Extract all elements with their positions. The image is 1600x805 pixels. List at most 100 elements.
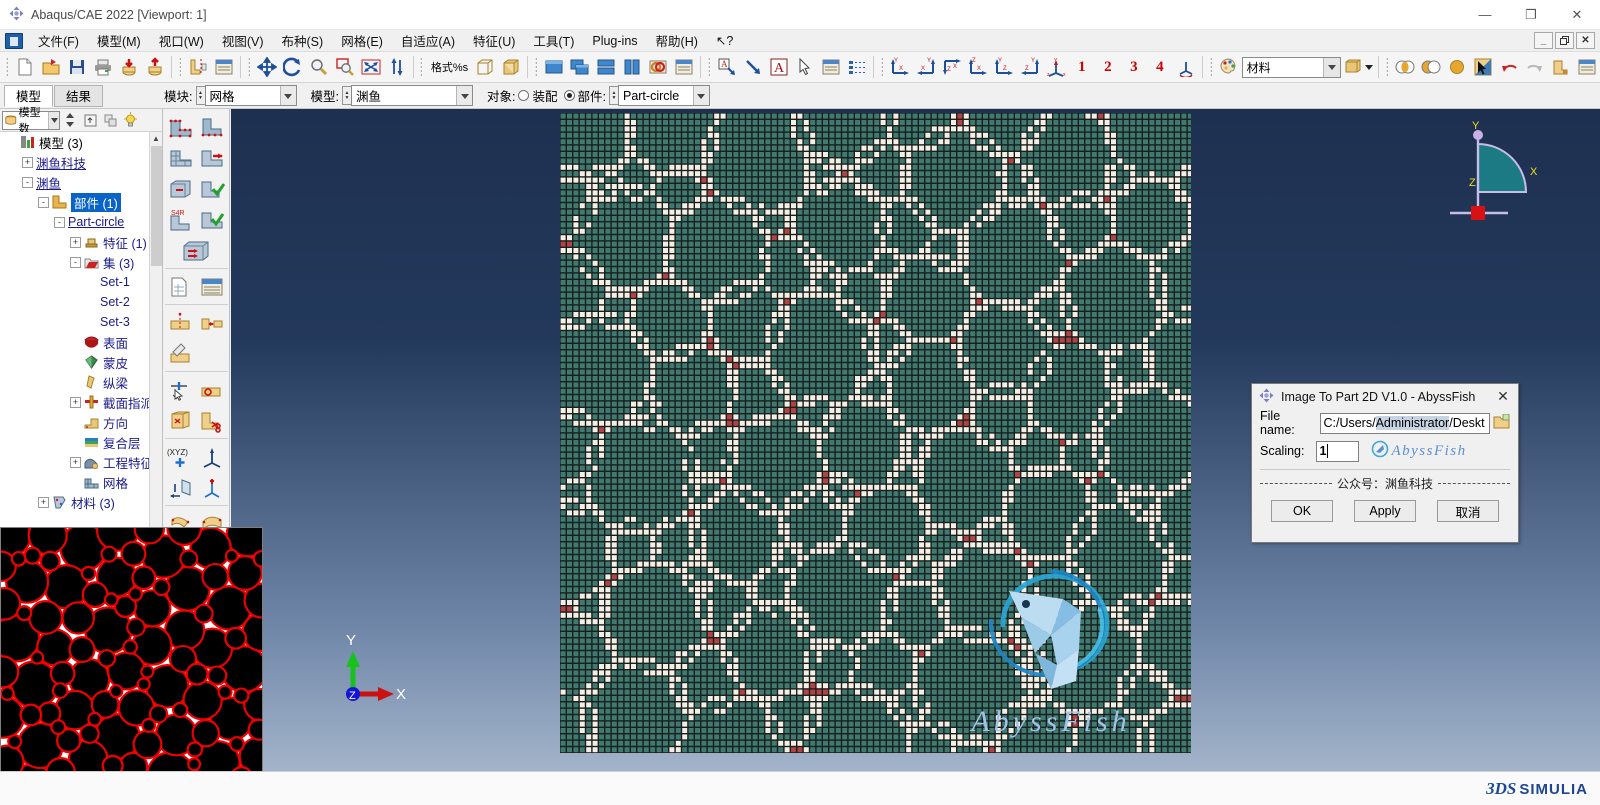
model-tree-body[interactable]: 模型 (3) + 渊鱼科技 - 渊鱼 - 部件 (1) - Part-circle + 特征 (1)…	[0, 132, 162, 528]
tree-root-selector[interactable]: 模型数	[2, 107, 60, 135]
tree-composite-layups[interactable]: 复合层	[0, 432, 162, 452]
tree-expander[interactable]: +	[70, 236, 81, 248]
window-maximize-button[interactable]: ❐	[1508, 0, 1554, 30]
image-to-part-dialog[interactable]: Image To Part 2D V1.0 - AbyssFish ✕ File…	[1251, 383, 1519, 543]
radio-assembly[interactable]	[518, 90, 530, 101]
menu-file[interactable]: 文件(F)	[29, 31, 88, 51]
chevron-down-icon[interactable]	[692, 86, 709, 105]
display-group-replace-icon[interactable]	[1392, 54, 1418, 80]
file-name-input[interactable]: C:/Users/Administrator/Deskt	[1320, 412, 1490, 434]
part-mirror-icon[interactable]	[185, 54, 211, 80]
tree-filter-icon[interactable]	[100, 110, 120, 130]
view-orientation-widget[interactable]: Y Z X	[1438, 117, 1548, 227]
query-mesh-icon[interactable]	[165, 271, 196, 302]
toolbar-grip-7[interactable]	[880, 57, 883, 77]
export-model-icon[interactable]	[142, 54, 168, 80]
folder-browse-icon[interactable]	[1493, 413, 1510, 433]
tree-expander[interactable]: +	[38, 496, 49, 508]
color-palette-icon[interactable]	[1216, 54, 1242, 80]
menu-viewport[interactable]: 视口(W)	[150, 31, 213, 51]
redo-icon[interactable]	[1522, 54, 1548, 80]
toolbar-grip-4[interactable]	[420, 57, 423, 77]
seed-part-icon[interactable]	[165, 111, 196, 142]
annotation-list-icon[interactable]	[844, 54, 870, 80]
delete-mesh-icon[interactable]	[165, 338, 196, 369]
chevron-down-icon[interactable]	[456, 86, 472, 105]
tree-expander[interactable]: -	[54, 216, 65, 228]
scroll-up-icon[interactable]: ▲	[150, 132, 162, 145]
box-zoom-icon[interactable]	[332, 54, 358, 80]
viewport-cascade-icon[interactable]	[567, 54, 593, 80]
tree-sets[interactable]: - 集 (3)	[0, 252, 162, 272]
view-xy-icon[interactable]: YX	[887, 54, 913, 80]
view-zx-icon[interactable]: XZ	[939, 54, 965, 80]
element-type-s4r-icon[interactable]: S4R	[165, 204, 196, 235]
tree-expander[interactable]: -	[38, 196, 49, 208]
viewport-tile-horizontal-icon[interactable]	[593, 54, 619, 80]
format-string-icon[interactable]: 格式%s	[426, 54, 472, 80]
source-image-preview[interactable]	[0, 527, 263, 805]
saved-view-2-button[interactable]: 2	[1095, 54, 1121, 80]
text-style-icon[interactable]: A	[766, 54, 792, 80]
viewport-link-icon[interactable]	[645, 54, 671, 80]
viewport-single-icon[interactable]	[541, 54, 567, 80]
toolbar-grip-3[interactable]	[247, 57, 250, 77]
zoom-view-icon[interactable]	[306, 54, 332, 80]
create-arrow-annotation-icon[interactable]	[740, 54, 766, 80]
module-spinner[interactable]: ▲ ▼	[195, 86, 205, 105]
part-manager-icon[interactable]	[1548, 54, 1574, 80]
create-datum-csys-icon[interactable]	[196, 441, 227, 472]
display-group-all-icon[interactable]	[1444, 54, 1470, 80]
color-code-apply-icon[interactable]	[1341, 54, 1375, 80]
toolbar-grip-8[interactable]	[1209, 57, 1212, 77]
scaling-input[interactable]: 1	[1316, 440, 1360, 462]
rotate-view-icon[interactable]	[280, 54, 306, 80]
saved-view-4-button[interactable]: 4	[1147, 54, 1173, 80]
mdi-restore-button[interactable]	[1555, 32, 1574, 49]
toolbar-grip-5[interactable]	[535, 57, 538, 77]
view-yz-icon[interactable]: YZ	[991, 54, 1017, 80]
virtual-topology-icon[interactable]	[165, 405, 196, 436]
assign-stack-direction-icon[interactable]	[165, 173, 196, 204]
model-combo[interactable]: 渊鱼	[351, 85, 473, 106]
mdi-close-button[interactable]: ✕	[1576, 32, 1595, 49]
view-iso-icon[interactable]: Yzx	[1043, 54, 1069, 80]
tree-parts[interactable]: - 部件 (1)	[0, 192, 162, 212]
apply-button[interactable]: Apply	[1354, 500, 1416, 522]
toolbar-grip-9[interactable]	[1385, 57, 1389, 77]
menu-whats-this[interactable]: ↖?	[707, 31, 742, 51]
tree-expander[interactable]: +	[70, 456, 81, 468]
tree-expander[interactable]: -	[70, 256, 81, 268]
tree-scrollbar[interactable]: ▲	[149, 132, 162, 528]
radio-part[interactable]	[563, 90, 575, 101]
tree-set-2[interactable]: Set-2	[0, 292, 162, 312]
meshed-part-display[interactable]	[560, 113, 1191, 753]
menu-mesh[interactable]: 网格(E)	[332, 31, 392, 51]
model-tree-toggle-icon[interactable]	[211, 54, 237, 80]
viewport-annotate-icon[interactable]	[671, 54, 697, 80]
viewport-tile-vertical-icon[interactable]	[619, 54, 645, 80]
tree-expander[interactable]: -	[22, 176, 33, 188]
tree-set-1[interactable]: Set-1	[0, 272, 162, 292]
tree-model-abyssfish-tech[interactable]: + 渊鱼科技	[0, 152, 162, 172]
instance-manager-icon[interactable]	[1574, 54, 1600, 80]
display-group-remove-icon[interactable]	[1418, 54, 1444, 80]
tree-skins[interactable]: 蒙皮	[0, 352, 162, 372]
new-file-icon[interactable]	[12, 54, 38, 80]
view-zy-icon[interactable]: ZX	[965, 54, 991, 80]
mdi-minimize-button[interactable]: _	[1534, 32, 1553, 49]
toolbar-grip[interactable]	[6, 57, 9, 77]
tree-mesh[interactable]: 网格	[0, 472, 162, 492]
menu-view[interactable]: 视图(V)	[213, 31, 273, 51]
part-combo[interactable]: Part-circle	[617, 85, 710, 106]
menu-tools[interactable]: 工具(T)	[524, 31, 583, 51]
model-spinner[interactable]: ▲ ▼	[342, 86, 351, 105]
assign-mesh-controls-icon[interactable]	[165, 142, 196, 173]
display-group-select-icon[interactable]	[1470, 54, 1496, 80]
window-close-button[interactable]: ✕	[1554, 0, 1600, 30]
tree-highlight-icon[interactable]	[120, 110, 140, 130]
tree-copy-icon[interactable]	[80, 110, 100, 130]
partition-cell-icon[interactable]	[196, 307, 227, 338]
tree-features[interactable]: + 特征 (1)	[0, 232, 162, 252]
mesh-manager-icon[interactable]	[196, 271, 227, 302]
